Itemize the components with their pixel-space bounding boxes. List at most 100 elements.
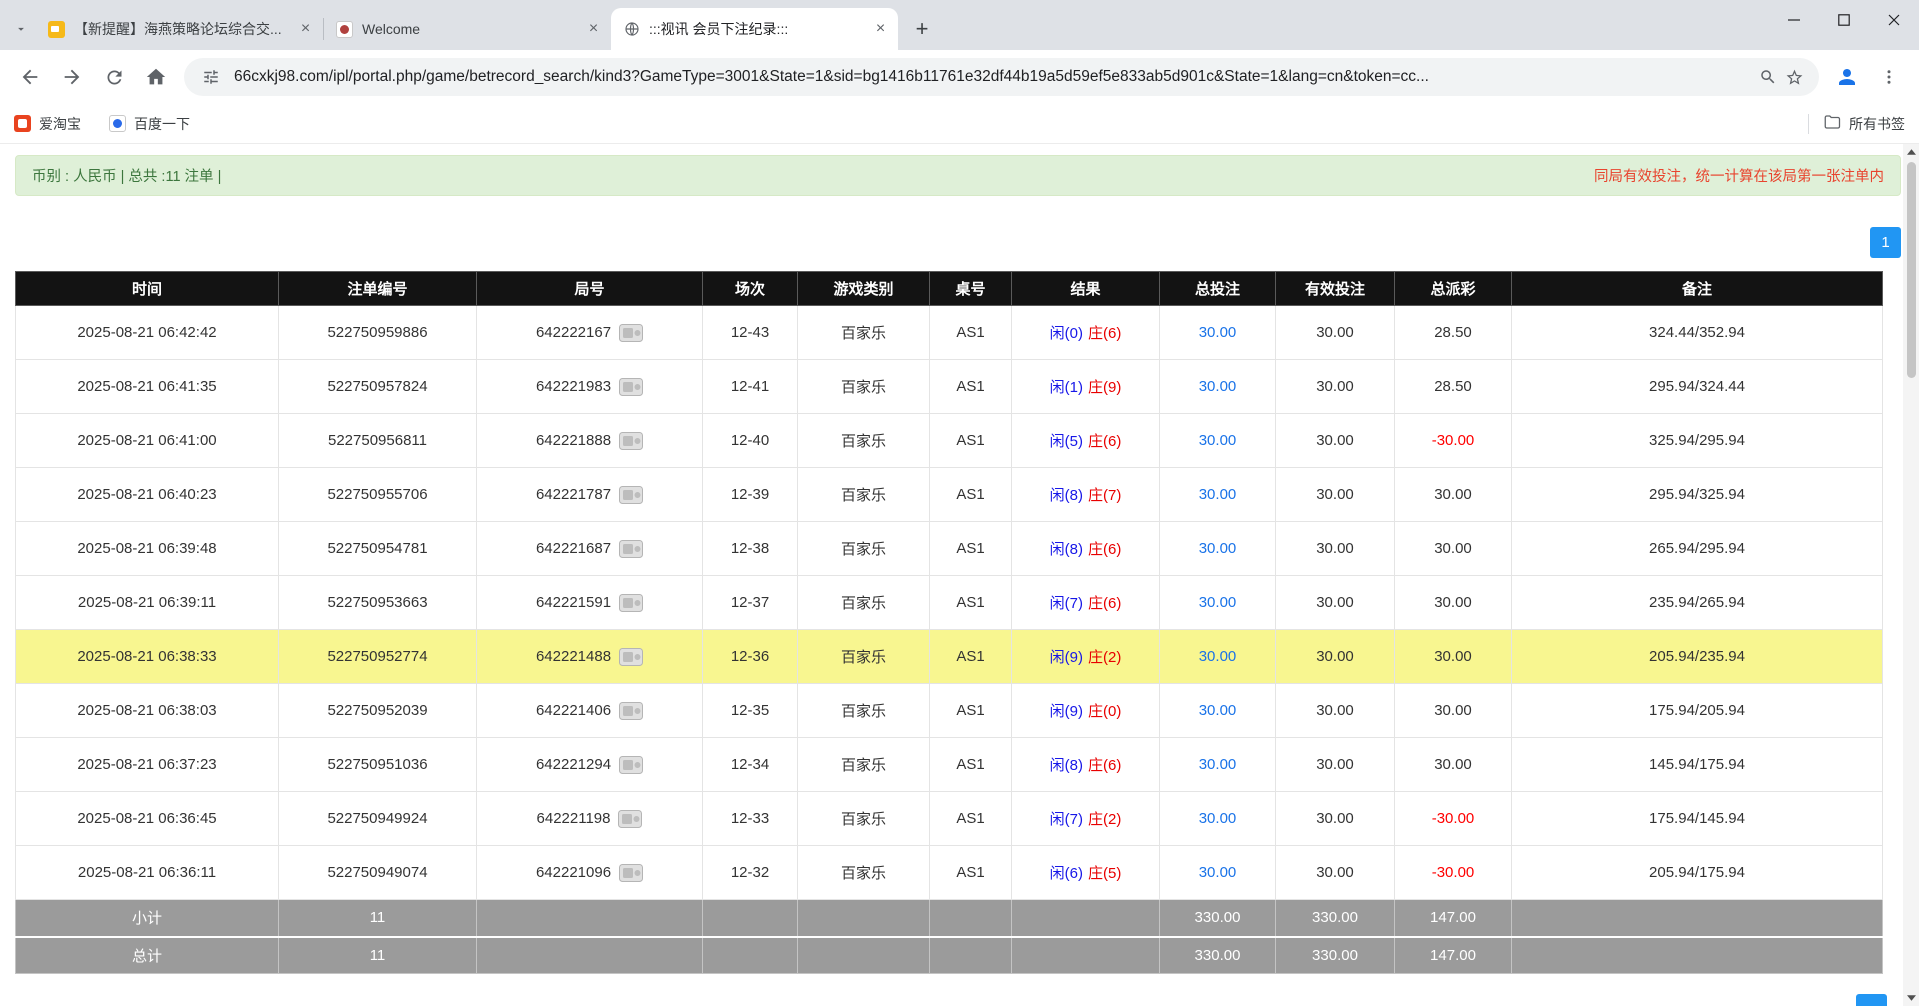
reload-button[interactable] xyxy=(94,57,134,97)
scroll-up-icon[interactable] xyxy=(1903,144,1919,160)
total-bet-link[interactable]: 30.00 xyxy=(1199,756,1237,773)
bookmark-taobao[interactable]: 爱淘宝 xyxy=(14,114,81,134)
scrollbar-thumb[interactable] xyxy=(1907,162,1916,378)
cell-result: 闲(7)庄(6) xyxy=(1012,576,1160,630)
cell-time: 2025-08-21 06:38:03 xyxy=(16,684,279,738)
back-button[interactable] xyxy=(10,57,50,97)
cell-payout: 30.00 xyxy=(1395,684,1512,738)
total-bet-link[interactable]: 30.00 xyxy=(1199,702,1237,719)
notice-text: 同局有效投注，统一计算在该局第一张注单内 xyxy=(1594,165,1884,186)
cell-valid-bet: 30.00 xyxy=(1276,360,1395,414)
address-bar[interactable]: 66cxkj98.com/ipl/portal.php/game/betreco… xyxy=(184,58,1819,96)
close-button[interactable] xyxy=(1869,0,1919,40)
game-replay-icon[interactable] xyxy=(619,378,643,396)
vertical-scrollbar[interactable] xyxy=(1903,144,1919,1006)
game-replay-icon[interactable] xyxy=(618,810,642,828)
bet-row: 2025-08-21 06:36:45 522750949924 6422211… xyxy=(16,792,1883,846)
cell-game-type: 百家乐 xyxy=(798,684,930,738)
browser-toolbar: 66cxkj98.com/ipl/portal.php/game/betreco… xyxy=(0,50,1919,104)
game-replay-icon[interactable] xyxy=(619,324,643,342)
profile-icon[interactable] xyxy=(1827,57,1867,97)
tab-welcome[interactable]: Welcome × xyxy=(324,8,611,50)
zoom-icon[interactable] xyxy=(1755,68,1781,86)
summary-cell xyxy=(703,937,798,974)
summary-cell xyxy=(930,900,1012,937)
summary-cell xyxy=(798,900,930,937)
site-info-icon[interactable] xyxy=(198,68,224,86)
summary-cell: 11 xyxy=(279,937,477,974)
total-bet-link[interactable]: 30.00 xyxy=(1199,594,1237,611)
table-header-row: 时间注单编号局号场次游戏类别桌号结果总投注有效投注总派彩备注 xyxy=(16,272,1883,306)
cell-note: 324.44/352.94 xyxy=(1512,306,1883,360)
game-replay-icon[interactable] xyxy=(619,540,643,558)
cell-payout: -30.00 xyxy=(1395,414,1512,468)
scroll-down-icon[interactable] xyxy=(1903,990,1919,1006)
menu-icon[interactable] xyxy=(1869,57,1909,97)
tab-close-icon[interactable]: × xyxy=(871,20,890,39)
summary-cell: 330.00 xyxy=(1276,900,1395,937)
maximize-button[interactable] xyxy=(1819,0,1869,40)
game-replay-icon[interactable] xyxy=(619,594,643,612)
cell-bet-id: 522750956811 xyxy=(279,414,477,468)
tab-list-chevron-icon[interactable] xyxy=(6,8,36,50)
cell-round: 642221591 xyxy=(477,576,703,630)
url-text[interactable]: 66cxkj98.com/ipl/portal.php/game/betreco… xyxy=(234,68,1745,86)
cell-total-bet: 30.00 xyxy=(1160,306,1276,360)
cell-session: 12-38 xyxy=(703,522,798,576)
summary-cell: 147.00 xyxy=(1395,900,1512,937)
bet-row: 2025-08-21 06:38:03 522750952039 6422214… xyxy=(16,684,1883,738)
page-content: 币别 : 人民币 | 总共 :11 注单 | 同局有效投注，统一计算在该局第一张… xyxy=(0,144,1919,974)
column-header: 总投注 xyxy=(1160,272,1276,306)
new-tab-button[interactable]: + xyxy=(906,13,938,45)
cell-session: 12-39 xyxy=(703,468,798,522)
tab-close-icon[interactable]: × xyxy=(584,20,603,39)
summary-cell: 147.00 xyxy=(1395,937,1512,974)
column-header: 备注 xyxy=(1512,272,1883,306)
game-replay-icon[interactable] xyxy=(619,756,643,774)
total-bet-link[interactable]: 30.00 xyxy=(1199,540,1237,557)
cell-session: 12-33 xyxy=(703,792,798,846)
total-bet-link[interactable]: 30.00 xyxy=(1199,432,1237,449)
game-replay-icon[interactable] xyxy=(619,432,643,450)
summary-cell: 小计 xyxy=(16,900,279,937)
result-banker: 庄(2) xyxy=(1088,811,1121,828)
tab-bet-records[interactable]: :::视讯 会员下注纪录::: × xyxy=(611,8,898,50)
game-replay-icon[interactable] xyxy=(619,486,643,504)
bookmark-baidu[interactable]: 百度一下 xyxy=(109,114,190,134)
cell-table-id: AS1 xyxy=(930,414,1012,468)
table-footer: 小计11330.00330.00147.00总计11330.00330.0014… xyxy=(16,900,1883,974)
total-bet-link[interactable]: 30.00 xyxy=(1199,648,1237,665)
summary-cell: 330.00 xyxy=(1160,937,1276,974)
game-replay-icon[interactable] xyxy=(619,702,643,720)
tab-forum[interactable]: 【新提醒】海燕策略论坛综合交... × xyxy=(36,8,323,50)
round-number: 642221294 xyxy=(536,756,611,773)
total-bet-link[interactable]: 30.00 xyxy=(1199,864,1237,881)
result-player: 闲(7) xyxy=(1050,595,1083,612)
game-replay-icon[interactable] xyxy=(619,864,643,882)
summary-cell xyxy=(1012,900,1160,937)
summary-cell: 11 xyxy=(279,900,477,937)
all-bookmarks-label: 所有书签 xyxy=(1849,114,1905,134)
cell-game-type: 百家乐 xyxy=(798,468,930,522)
pagination-bottom-partial[interactable] xyxy=(1856,994,1887,1006)
cell-time: 2025-08-21 06:36:11 xyxy=(16,846,279,900)
game-replay-icon[interactable] xyxy=(619,648,643,666)
cell-valid-bet: 30.00 xyxy=(1276,468,1395,522)
forward-button[interactable] xyxy=(52,57,92,97)
total-bet-link[interactable]: 30.00 xyxy=(1199,486,1237,503)
round-number: 642221888 xyxy=(536,432,611,449)
home-button[interactable] xyxy=(136,57,176,97)
cell-payout: 30.00 xyxy=(1395,738,1512,792)
all-bookmarks-button[interactable]: 所有书签 xyxy=(1823,113,1905,134)
summary-cell: 总计 xyxy=(16,937,279,974)
total-bet-link[interactable]: 30.00 xyxy=(1199,810,1237,827)
cell-session: 12-34 xyxy=(703,738,798,792)
bookmark-label: 百度一下 xyxy=(134,114,190,134)
page-1-button[interactable]: 1 xyxy=(1870,227,1901,258)
bookmark-star-icon[interactable] xyxy=(1781,68,1807,87)
total-bet-link[interactable]: 30.00 xyxy=(1199,324,1237,341)
bet-row: 2025-08-21 06:42:42 522750959886 6422221… xyxy=(16,306,1883,360)
total-bet-link[interactable]: 30.00 xyxy=(1199,378,1237,395)
tab-close-icon[interactable]: × xyxy=(296,20,315,39)
minimize-button[interactable] xyxy=(1769,0,1819,40)
